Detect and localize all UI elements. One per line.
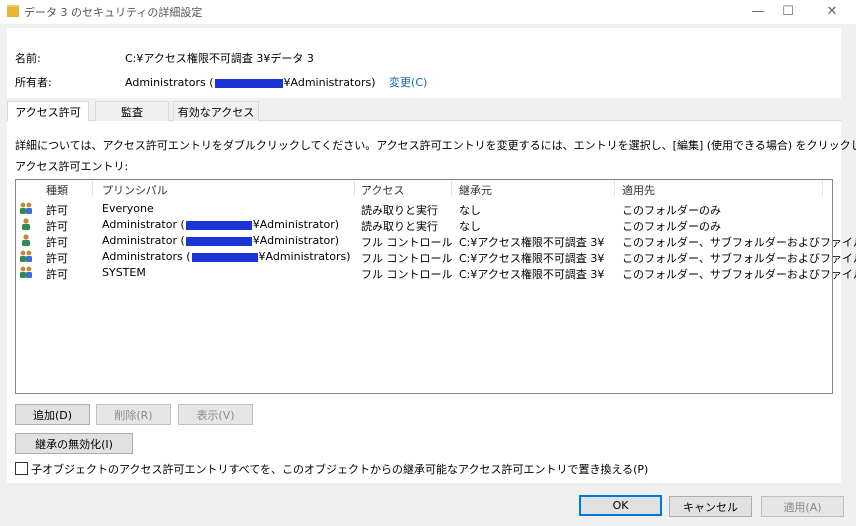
tab-permissions[interactable]: アクセス許可 <box>7 101 89 122</box>
table-row[interactable]: 許可 Everyone 読み取りと実行 なし このフォルダーのみ <box>16 201 832 217</box>
cell-applies-to: このフォルダーのみ <box>622 220 721 233</box>
user-icon <box>19 234 33 247</box>
cell-access: 読み取りと実行 <box>361 204 438 217</box>
redaction-mark <box>185 236 252 246</box>
column-separator <box>614 180 615 196</box>
cell-inherited-from: C:¥アクセス権限不可調査 3¥ <box>459 252 605 265</box>
permission-entries-list[interactable]: 種類 プリンシパル アクセス 継承元 適用先 許可 Everyone 読み取りと実行… <box>15 179 856 394</box>
cell-inherited-from: C:¥アクセス権限不可調査 3¥ <box>459 268 605 281</box>
owner-change-link[interactable]: 変更(C) <box>389 76 427 89</box>
cell-access: フル コントロール <box>361 268 453 281</box>
cell-applies-to: このフォルダーのみ <box>622 204 721 217</box>
cell-type: 許可 <box>46 236 68 249</box>
close-icon[interactable]: ✕ <box>812 0 852 22</box>
cell-type: 許可 <box>46 220 68 233</box>
cell-principal: Administrators (¥Administrators) <box>102 250 351 263</box>
cell-inherited-from: C:¥アクセス権限不可調査 3¥ <box>459 236 605 249</box>
group-icon <box>19 266 33 279</box>
redaction-mark <box>191 252 258 262</box>
column-separator <box>354 180 355 196</box>
tab-audit[interactable]: 監査 <box>95 101 169 121</box>
cell-principal: Everyone <box>102 202 154 215</box>
cell-principal: SYSTEM <box>102 266 146 279</box>
ok-button[interactable]: OK <box>579 495 662 516</box>
user-icon <box>19 218 33 231</box>
cell-access: 読み取りと実行 <box>361 220 438 233</box>
cell-inherited-from: なし <box>459 204 481 217</box>
column-header-type[interactable]: 種類 <box>46 182 68 197</box>
add-button[interactable]: 追加(D) <box>15 404 90 425</box>
table-row[interactable]: 許可 Administrators (¥Administrators) フル コント… <box>16 249 856 265</box>
table-row[interactable]: 許可 Administrator (¥Administrator) フル コントロー… <box>16 233 856 249</box>
cell-access: フル コントロール <box>361 236 453 249</box>
group-icon <box>19 202 33 215</box>
column-separator <box>92 180 93 196</box>
cell-inherited-from: なし <box>459 220 481 233</box>
folder-icon <box>7 5 19 17</box>
entries-label: アクセス許可エントリ: <box>15 160 129 173</box>
cell-access: フル コントロール <box>361 252 453 265</box>
cell-applies-to: このフォルダー、サブフォルダーおよびファイル <box>622 252 856 265</box>
redaction-mark <box>214 78 283 88</box>
cell-type: 許可 <box>46 204 68 217</box>
owner-label: 所有者: <box>15 76 52 89</box>
column-header-applies-to[interactable]: 適用先 <box>622 182 655 197</box>
cell-type: 許可 <box>46 252 68 265</box>
disable-inheritance-button[interactable]: 継承の無効化(I) <box>15 433 133 454</box>
view-button[interactable]: 表示(V) <box>178 404 253 425</box>
window-title: データ 3 のセキュリティの詳細設定 <box>24 6 203 19</box>
name-value: C:¥アクセス権限不可調査 3¥データ 3 <box>125 52 314 65</box>
cell-principal: Administrator (¥Administrator) <box>102 234 340 247</box>
remove-button[interactable]: 削除(R) <box>96 404 171 425</box>
replace-child-permissions-checkbox[interactable] <box>15 462 28 475</box>
owner-value: Administrators (¥Administrators) 変更(C) <box>125 76 428 89</box>
column-separator <box>822 180 823 196</box>
cell-type: 許可 <box>46 268 68 281</box>
column-header-inherited-from[interactable]: 継承元 <box>459 182 492 197</box>
title-bar: データ 3 のセキュリティの詳細設定 — ☐ ✕ <box>0 0 856 24</box>
replace-child-permissions-label[interactable]: 子オブジェクトのアクセス許可エントリすべてを、このオブジェクトからの継承可能なア… <box>31 461 648 477</box>
table-row[interactable]: 許可 SYSTEM フル コントロール C:¥アクセス権限不可調査 3¥ このフォルダー… <box>16 265 856 281</box>
name-label: 名前: <box>15 52 41 65</box>
maximize-icon[interactable]: ☐ <box>768 0 808 22</box>
group-icon <box>19 250 33 263</box>
cell-principal: Administrator (¥Administrator) <box>102 218 340 231</box>
cancel-button[interactable]: キャンセル <box>669 496 752 517</box>
tab-effective-access[interactable]: 有効なアクセス <box>173 101 259 121</box>
column-header-principal[interactable]: プリンシパル <box>102 182 168 197</box>
column-header-access[interactable]: アクセス <box>361 182 404 197</box>
instructions-text: 詳細については、アクセス許可エントリをダブルクリックしてください。アクセス許可エ… <box>15 139 856 152</box>
cell-applies-to: このフォルダー、サブフォルダーおよびファイル <box>622 268 856 281</box>
column-separator <box>451 180 452 196</box>
cell-applies-to: このフォルダー、サブフォルダーおよびファイル <box>622 236 856 249</box>
table-row[interactable]: 許可 Administrator (¥Administrator) 読み取りと実行 な… <box>16 217 832 233</box>
apply-button[interactable]: 適用(A) <box>761 496 844 517</box>
redaction-mark <box>185 220 252 230</box>
